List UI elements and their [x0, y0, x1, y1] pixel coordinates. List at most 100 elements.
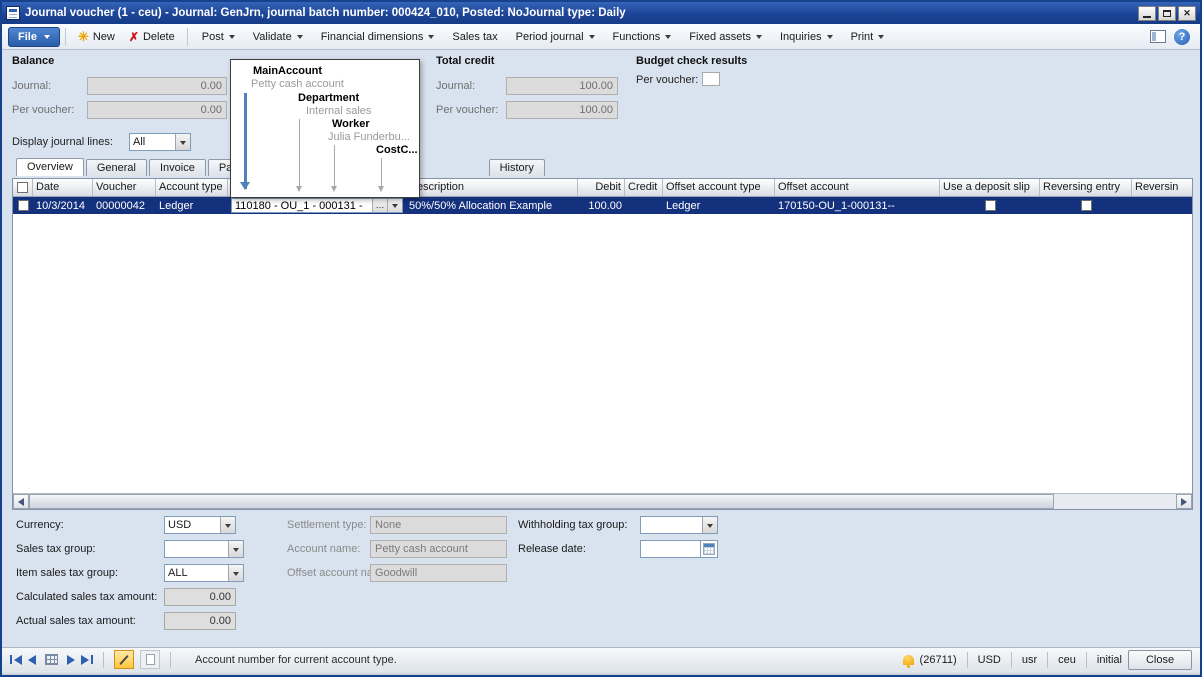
select-all-checkbox[interactable]	[17, 182, 28, 193]
menu-period-journal[interactable]: Period journal	[507, 26, 604, 48]
menu-sales-tax[interactable]: Sales tax	[443, 26, 506, 48]
column-header-use-deposit-slip[interactable]: Use a deposit slip	[940, 179, 1040, 196]
cell-description[interactable]: 50%/50% Allocation Example	[406, 197, 578, 214]
close-button[interactable]: Close	[1128, 650, 1192, 670]
sales-tax-group-dropdown[interactable]	[164, 540, 244, 558]
delete-icon: ✗	[129, 31, 139, 43]
select-all-cell[interactable]	[13, 179, 33, 196]
close-window-button[interactable]	[1178, 6, 1196, 21]
new-button[interactable]: ✳ New	[71, 26, 122, 48]
grid-view-icon[interactable]	[45, 654, 58, 665]
column-header-reversing-date[interactable]: Reversin	[1132, 179, 1193, 196]
segmented-account-control[interactable]: 110180 - OU_1 - 000131 - …	[231, 198, 403, 213]
currency-dropdown[interactable]: USD	[164, 516, 236, 534]
menu-financial-dimensions[interactable]: Financial dimensions	[312, 26, 444, 48]
next-record-button[interactable]	[67, 655, 75, 665]
column-header-voucher[interactable]: Voucher	[93, 179, 156, 196]
row-selector-cell[interactable]	[13, 197, 33, 214]
file-menu-button[interactable]: File	[8, 27, 60, 47]
first-record-icon	[10, 655, 12, 664]
account-name-label: Account name:	[287, 543, 360, 555]
notification-bell-icon[interactable]	[903, 655, 914, 665]
edit-mode-button[interactable]	[114, 650, 134, 669]
chevron-down-icon[interactable]	[228, 565, 243, 581]
status-currency[interactable]: USD	[978, 654, 1001, 666]
column-header-offset-account[interactable]: Offset account	[775, 179, 940, 196]
cell-voucher[interactable]: 00000042	[93, 197, 156, 214]
scrollbar-thumb[interactable]	[29, 494, 1054, 509]
calendar-icon[interactable]	[700, 540, 718, 558]
row-select-checkbox[interactable]	[18, 200, 29, 211]
status-company[interactable]: ceu	[1058, 654, 1076, 666]
cell-reversing-entry[interactable]	[1040, 197, 1132, 214]
next-record-icon	[67, 655, 75, 665]
menu-print[interactable]: Print	[842, 26, 894, 48]
use-deposit-slip-checkbox[interactable]	[985, 200, 996, 211]
scroll-right-button[interactable]	[1176, 494, 1192, 509]
display-journal-lines-dropdown[interactable]: All	[129, 133, 191, 151]
reversing-entry-checkbox[interactable]	[1081, 200, 1092, 211]
minimize-button[interactable]	[1138, 6, 1156, 21]
tab-invoice[interactable]: Invoice	[149, 159, 206, 176]
cell-account[interactable]: 110180 - OU_1 - 000131 - …	[228, 197, 406, 214]
column-header-description[interactable]: Description	[406, 179, 578, 196]
cell-reversing-date[interactable]	[1132, 197, 1193, 214]
paste-button[interactable]	[140, 650, 160, 669]
chevron-down-icon	[665, 35, 671, 39]
column-header-date[interactable]: Date	[33, 179, 93, 196]
scroll-right-icon	[1181, 498, 1187, 506]
scroll-left-button[interactable]	[13, 494, 29, 509]
total-credit-per-voucher-label: Per voucher:	[436, 104, 498, 116]
sales-tax-group-label: Sales tax group:	[16, 543, 96, 555]
menu-post[interactable]: Post	[193, 26, 244, 48]
account-lookup-ellipsis-button[interactable]: …	[372, 199, 387, 212]
menu-print-label: Print	[851, 31, 874, 43]
menu-validate[interactable]: Validate	[244, 26, 312, 48]
window-layout-icon[interactable]	[1150, 30, 1166, 43]
cell-credit[interactable]	[625, 197, 663, 214]
cell-use-deposit-slip[interactable]	[940, 197, 1040, 214]
column-header-reversing-entry[interactable]: Reversing entry	[1040, 179, 1132, 196]
total-credit-journal-field: 100.00	[506, 77, 618, 95]
column-header-credit[interactable]: Credit	[625, 179, 663, 196]
chevron-down-icon[interactable]	[220, 517, 235, 533]
account-segments-value[interactable]: 110180 - OU_1 - 000131 -	[232, 200, 372, 212]
notification-count[interactable]: (26711)	[920, 654, 957, 666]
menu-functions[interactable]: Functions	[604, 26, 681, 48]
status-partition[interactable]: initial	[1097, 654, 1122, 666]
go-to-last-button[interactable]	[81, 655, 93, 665]
withholding-tax-group-dropdown[interactable]	[640, 516, 718, 534]
horizontal-scrollbar[interactable]	[13, 493, 1192, 509]
table-row[interactable]: 10/3/2014 00000042 Ledger 110180 - OU_1 …	[13, 197, 1192, 214]
account-dropdown-button[interactable]	[387, 199, 402, 212]
statusbar-separator	[103, 652, 104, 668]
column-header-account-type[interactable]: Account type	[156, 179, 228, 196]
cell-account-type[interactable]: Ledger	[156, 197, 228, 214]
tab-overview[interactable]: Overview	[16, 158, 84, 176]
status-user[interactable]: usr	[1022, 654, 1037, 666]
delete-button[interactable]: ✗ Delete	[122, 26, 182, 48]
cell-offset-account-type[interactable]: Ledger	[663, 197, 775, 214]
release-date-value[interactable]	[640, 540, 700, 558]
tab-history[interactable]: History	[489, 159, 545, 176]
column-header-offset-account-type[interactable]: Offset account type	[663, 179, 775, 196]
previous-record-button[interactable]	[28, 655, 36, 665]
titlebar[interactable]: Journal voucher (1 - ceu) - Journal: Gen…	[2, 2, 1200, 24]
chevron-down-icon[interactable]	[175, 134, 190, 150]
help-icon[interactable]: ?	[1174, 29, 1190, 45]
chevron-down-icon[interactable]	[702, 517, 717, 533]
item-sales-tax-group-dropdown[interactable]: ALL	[164, 564, 244, 582]
cell-debit[interactable]: 100.00	[578, 197, 625, 214]
go-to-first-button[interactable]	[10, 655, 22, 665]
tab-general[interactable]: General	[86, 159, 147, 176]
column-header-debit[interactable]: Debit	[578, 179, 625, 196]
maximize-button[interactable]	[1158, 6, 1176, 21]
release-date-field[interactable]	[640, 540, 718, 558]
cell-offset-account[interactable]: 170150-OU_1-000131--	[775, 197, 940, 214]
last-record-icon	[81, 655, 89, 665]
cell-date[interactable]: 10/3/2014	[33, 197, 93, 214]
scrollbar-track[interactable]	[1054, 494, 1176, 509]
chevron-down-icon[interactable]	[228, 541, 243, 557]
menu-inquiries[interactable]: Inquiries	[771, 26, 842, 48]
menu-fixed-assets[interactable]: Fixed assets	[680, 26, 771, 48]
